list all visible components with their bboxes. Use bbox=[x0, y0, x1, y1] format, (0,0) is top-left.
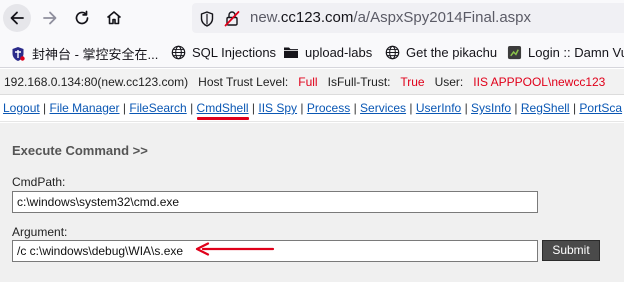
menu-separator: | bbox=[353, 101, 357, 115]
menu-regshell[interactable]: RegShell bbox=[521, 101, 570, 115]
shield-logo-icon bbox=[10, 46, 26, 62]
reload-button[interactable] bbox=[68, 4, 96, 32]
bookmark-sql-injections[interactable]: SQL Injections bbox=[170, 44, 276, 60]
shield-icon[interactable] bbox=[200, 11, 214, 32]
home-button[interactable] bbox=[100, 4, 128, 32]
menu-filesearch[interactable]: FileSearch bbox=[129, 101, 186, 115]
globe-icon bbox=[170, 44, 186, 60]
user-label: User: bbox=[434, 75, 464, 89]
argument-label: Argument: bbox=[12, 225, 68, 239]
menu-separator: | bbox=[409, 101, 413, 115]
bookmark-upload-labs[interactable]: upload-labs bbox=[283, 44, 372, 60]
bookmark-label: 封神台 - 掌控安全在... bbox=[32, 47, 159, 62]
cmdpath-label: CmdPath: bbox=[12, 175, 66, 189]
menu-services[interactable]: Services bbox=[360, 101, 406, 115]
bookmark-pikachu[interactable]: Get the pikachu bbox=[384, 44, 497, 60]
menu-separator: | bbox=[514, 101, 518, 115]
app-icon bbox=[506, 44, 522, 60]
forward-button[interactable] bbox=[36, 4, 64, 32]
address-bar[interactable]: new.cc123.com/a/AspxSpy2014Final.aspx bbox=[192, 3, 624, 33]
menu-separator: | bbox=[572, 101, 577, 115]
globe-icon bbox=[384, 44, 400, 60]
cmdpath-input[interactable]: c:\windows\system32\cmd.exe bbox=[12, 191, 538, 213]
annotation-arrow-icon bbox=[195, 242, 275, 261]
bookmark-label: Get the pikachu bbox=[406, 44, 498, 60]
argument-input[interactable]: /c c:\windows\debug\WIA\s.exe bbox=[12, 240, 538, 262]
url-text[interactable]: new.cc123.com/a/AspxSpy2014Final.aspx bbox=[250, 9, 531, 26]
menu-logout[interactable]: Logout bbox=[3, 101, 40, 115]
menu-cmdshell[interactable]: CmdShell bbox=[197, 101, 249, 115]
menu-portscan[interactable]: PortSca bbox=[579, 101, 622, 115]
server-address: 192.168.0.134:80(new.cc123.com) bbox=[4, 75, 189, 89]
bookmark-label: SQL Injections bbox=[192, 44, 277, 60]
bookmark-fengshentai[interactable]: 封神台 - 掌控安全在... bbox=[10, 44, 158, 63]
reload-icon bbox=[73, 9, 91, 27]
trust-level-label: Host Trust Level: bbox=[198, 75, 289, 89]
menu-cmdshell-wrapper: CmdShell bbox=[196, 101, 249, 120]
full-trust-label: IsFull-Trust: bbox=[327, 75, 391, 89]
menu-iis-spy[interactable]: IIS Spy bbox=[258, 101, 297, 115]
url-host: cc123.com bbox=[280, 9, 354, 26]
bookmark-label: Login :: Damn Vu bbox=[528, 44, 624, 60]
bookmark-dvwa-login[interactable]: Login :: Damn Vu bbox=[506, 44, 624, 60]
url-path: /a/AspxSpy2014Final.aspx bbox=[353, 9, 532, 26]
home-icon bbox=[105, 9, 123, 27]
menu-separator: | bbox=[122, 101, 127, 115]
insecure-lock-icon[interactable] bbox=[224, 10, 240, 32]
menu-process[interactable]: Process bbox=[307, 101, 350, 115]
menu-separator: | bbox=[300, 101, 304, 115]
submit-button[interactable]: Submit bbox=[542, 240, 600, 261]
back-button[interactable] bbox=[3, 4, 31, 32]
back-arrow-icon bbox=[8, 9, 26, 27]
host-info-bar: 192.168.0.134:80(new.cc123.com) Host Tru… bbox=[0, 69, 624, 95]
menu-separator: | bbox=[43, 101, 47, 115]
folder-icon bbox=[283, 44, 299, 60]
active-annotation-underline bbox=[196, 117, 249, 120]
shell-menu: Logout | File Manager | FileSearch | Cmd… bbox=[0, 96, 624, 122]
forward-arrow-icon bbox=[41, 9, 59, 27]
user-value: IIS APPPOOL\newcc123 bbox=[473, 75, 606, 89]
browser-toolbar: new.cc123.com/a/AspxSpy2014Final.aspx bbox=[0, 0, 624, 36]
menu-sysinfo[interactable]: SysInfo bbox=[471, 101, 511, 115]
menu-separator: | bbox=[464, 101, 468, 115]
menu-separator: | bbox=[251, 101, 256, 115]
bookmarks-toolbar: 封神台 - 掌控安全在... SQL Injections upload-lab… bbox=[0, 36, 624, 68]
panel-title: Execute Command >> bbox=[12, 143, 148, 158]
bookmark-label: upload-labs bbox=[305, 44, 373, 60]
trust-level-value: Full bbox=[298, 75, 318, 89]
menu-separator: | bbox=[190, 101, 194, 115]
execute-command-panel: Execute Command >> CmdPath: c:\windows\s… bbox=[0, 123, 624, 282]
full-trust-value: True bbox=[400, 75, 425, 89]
url-prefix: new. bbox=[250, 9, 281, 26]
menu-file-manager[interactable]: File Manager bbox=[50, 101, 120, 115]
menu-userinfo[interactable]: UserInfo bbox=[416, 101, 461, 115]
